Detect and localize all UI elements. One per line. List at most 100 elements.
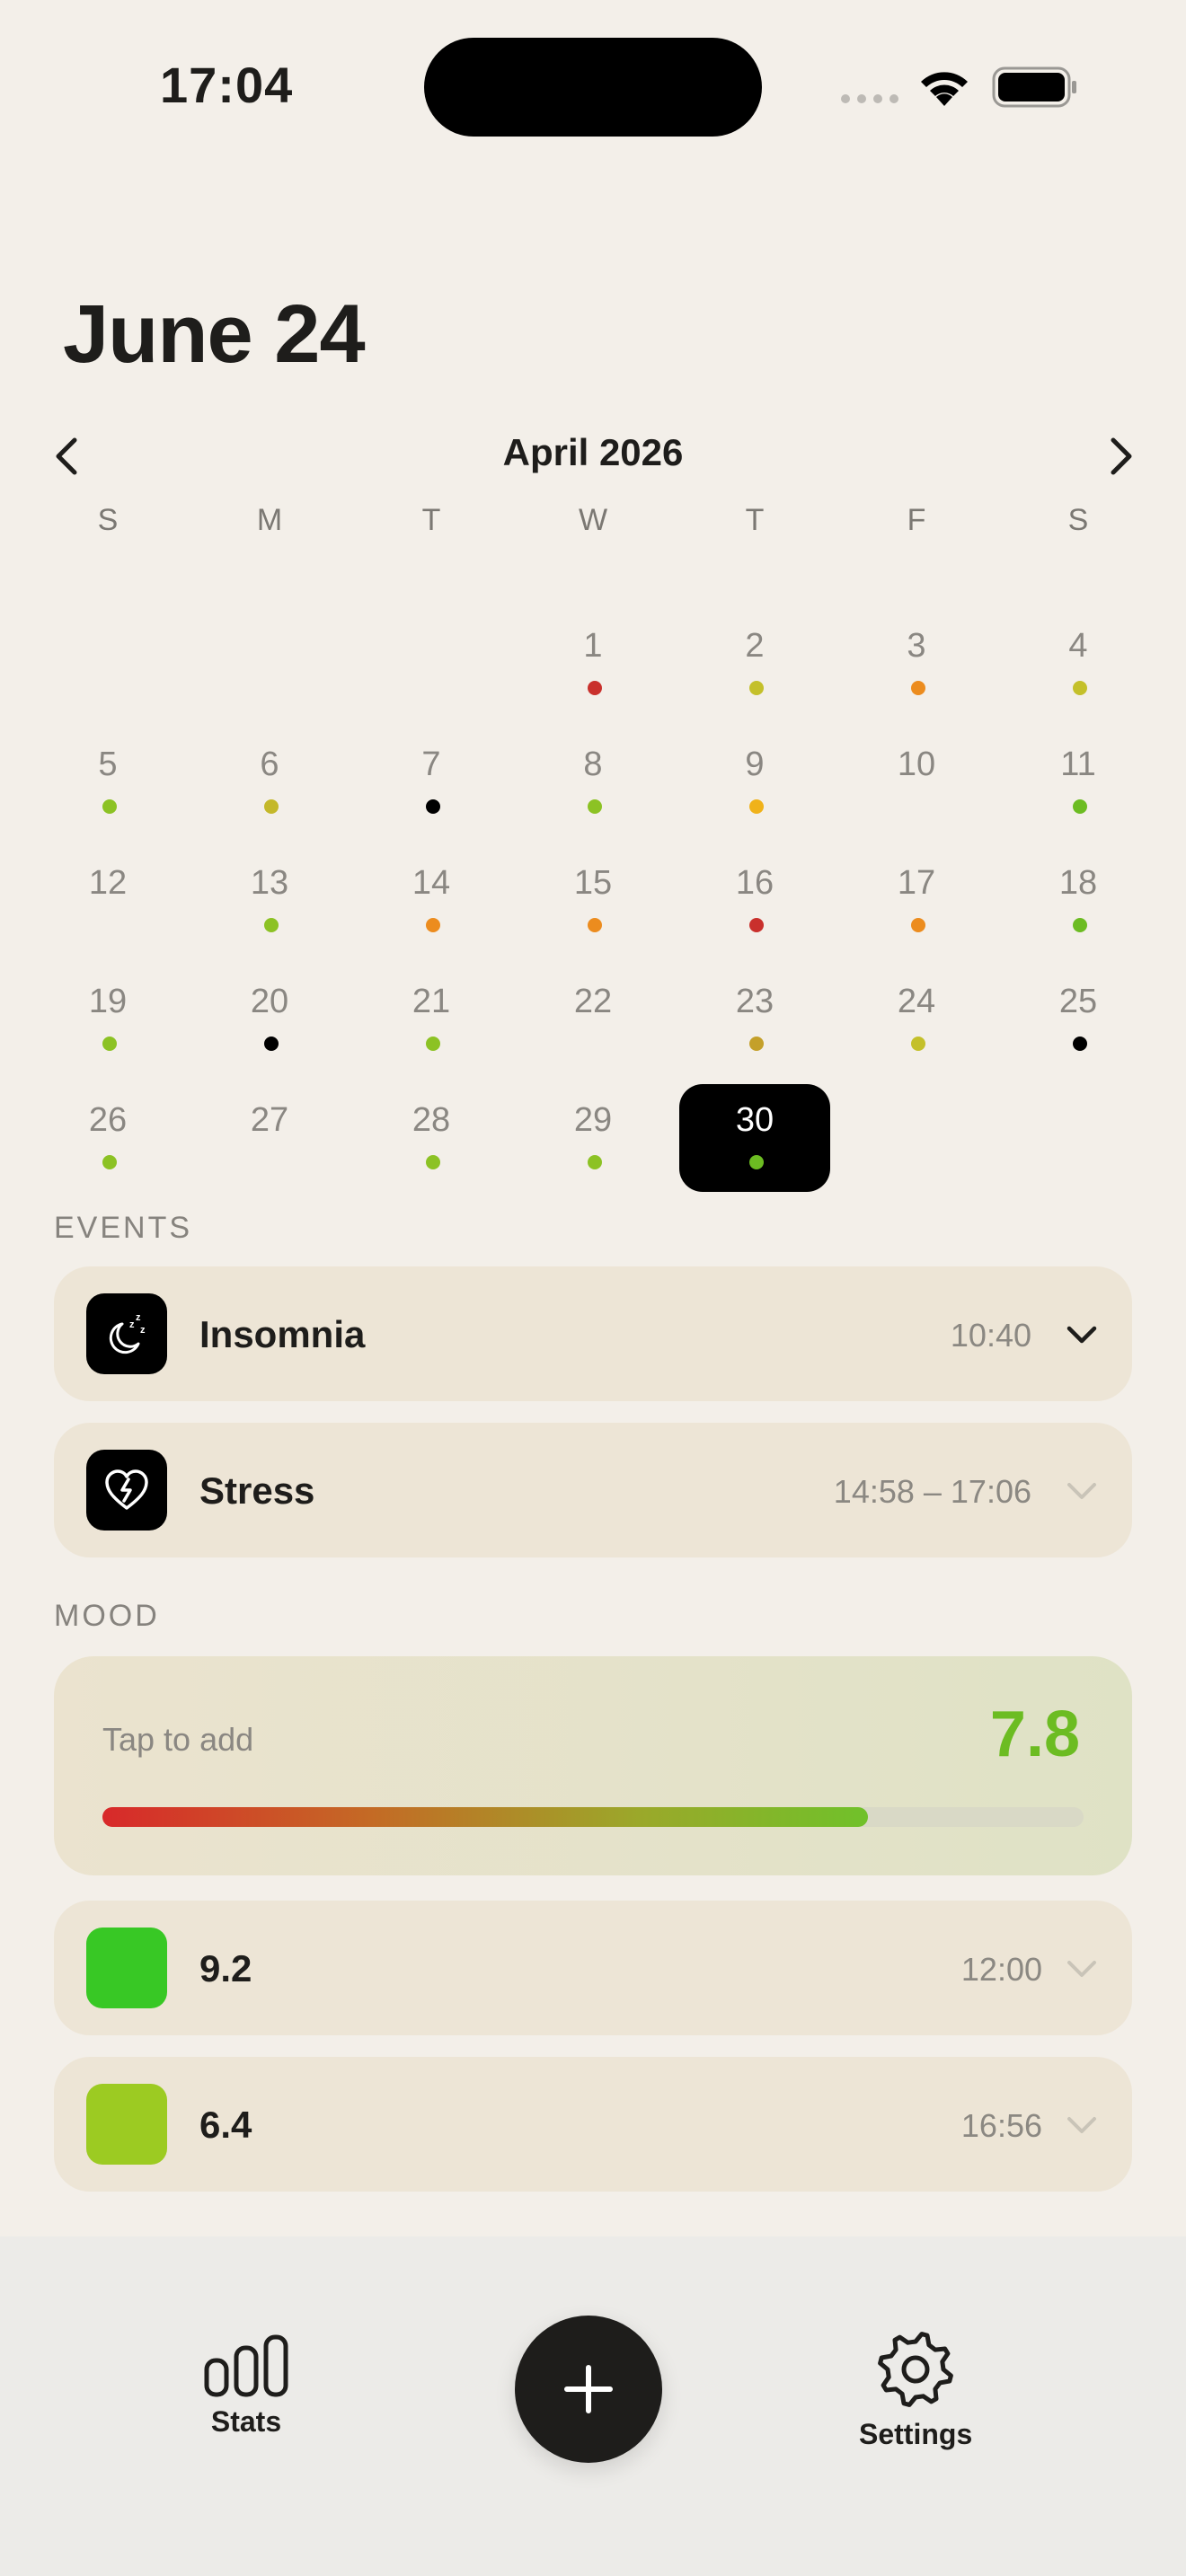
chevron-down-icon[interactable] [1064,1317,1100,1353]
mood-entry-value: 9.2 [199,1947,252,1989]
calendar-day-number: 28 [412,1101,451,1139]
add-button[interactable] [515,2316,662,2463]
calendar-day-number: 7 [421,745,441,783]
previous-month-button[interactable] [40,429,93,483]
event-card-insomnia[interactable]: z z z Insomnia 10:40 [54,1266,1132,1401]
dynamic-island [424,38,762,137]
calendar-day[interactable]: 10 [836,666,997,785]
calendar-day[interactable]: 21 [350,904,512,1051]
mood-indicator-dot [588,1155,602,1169]
calendar-day[interactable]: 11 [997,666,1159,814]
calendar-day[interactable]: 20 [189,904,350,1051]
calendar-day[interactable]: 25 [997,904,1159,1051]
calendar-day[interactable]: 14 [350,785,512,932]
calendar-day[interactable]: 13 [189,785,350,932]
event-card-stress[interactable]: Stress 14:58 – 17:06 [54,1423,1132,1557]
calendar-day[interactable]: 18 [997,785,1159,932]
calendar-day-number: 24 [897,983,936,1020]
mood-bar-fill [102,1807,868,1827]
calendar-day-selected[interactable]: 30 [674,1022,836,1192]
calendar-day-number: 10 [897,745,936,783]
tab-stats[interactable]: Stats [203,2333,289,2439]
calendar-day-number: 26 [88,1101,128,1139]
page-title: June 24 [63,288,366,380]
chevron-down-icon[interactable] [1064,1473,1100,1509]
tab-settings[interactable]: Settings [859,2328,972,2451]
event-time: 10:40 [950,1317,1031,1354]
calendar-day[interactable]: 5 [27,666,189,814]
svg-text:z: z [136,1312,141,1323]
calendar-day-number: 2 [745,627,765,665]
calendar-day[interactable]: 3 [836,548,997,695]
calendar-day-number: 29 [573,1101,613,1139]
month-label: April 2026 [502,431,684,473]
calendar-day[interactable]: 15 [512,785,674,932]
calendar-day[interactable]: 27 [189,1022,350,1141]
calendar-day[interactable]: 4 [997,548,1159,695]
broken-heart-icon [86,1450,167,1531]
chevron-down-icon[interactable] [1064,1951,1100,1987]
calendar-day[interactable]: 6 [189,666,350,814]
calendar-day[interactable]: 17 [836,785,997,932]
mood-entry-time: 16:56 [960,2107,1042,2144]
calendar-day-number: 18 [1058,864,1098,902]
calendar-week-row: 26 27 28 29 30 [27,1022,1159,1192]
calendar-day[interactable]: 24 [836,904,997,1051]
calendar-day[interactable]: 8 [512,666,674,814]
calendar-day-number: 25 [1058,983,1098,1020]
calendar-day-number: 19 [88,983,128,1020]
bar-chart-icon [204,2334,288,2397]
calendar-day[interactable]: 2 [674,548,836,695]
weekday-label: S [97,503,119,537]
calendar-week-row: 12 13 14 15 16 17 18 [27,785,1159,932]
events-section-label: EVENTS [54,1211,193,1245]
gear-icon [878,2332,954,2407]
calendar-day[interactable]: 12 [27,785,189,904]
calendar-day[interactable]: 1 [512,548,674,695]
calendar-day-number: 3 [907,627,926,665]
moon-zzz-icon: z z z [86,1293,167,1374]
calendar-day[interactable]: 23 [674,904,836,1051]
calendar-empty-cell [997,1022,1159,1141]
calendar-day-number: 15 [573,864,613,902]
weekday-label: M [256,503,283,537]
event-title: Insomnia [199,1313,366,1355]
calendar-week-row: 5 6 7 8 9 10 11 [27,666,1159,814]
calendar-day[interactable]: 26 [27,1022,189,1169]
plus-icon [564,2365,613,2413]
calendar-day[interactable]: 19 [27,904,189,1051]
calendar-day-number: 6 [260,745,279,783]
calendar-week-row: 1 2 3 4 [27,548,1159,695]
calendar-day[interactable]: 16 [674,785,836,932]
next-month-button[interactable] [1094,429,1148,483]
calendar-day-number: 1 [583,627,603,665]
calendar-day-number: 23 [735,983,774,1020]
battery-icon [992,66,1076,108]
mood-indicator-dot [749,1155,764,1169]
mood-entry-card[interactable]: 6.4 16:56 [54,2057,1132,2192]
calendar-day[interactable]: 29 [512,1022,674,1169]
event-title: Stress [199,1469,315,1512]
mood-indicator-dot [426,1155,440,1169]
event-time: 14:58 – 17:06 [833,1473,1031,1510]
calendar-day-number: 8 [583,745,603,783]
mood-indicator-dot [102,1155,117,1169]
svg-text:z: z [129,1319,135,1330]
status-time: 17:04 [160,57,294,113]
calendar-day[interactable]: 22 [512,904,674,1022]
calendar-day-number: 5 [98,745,118,783]
calendar-day[interactable]: 28 [350,1022,512,1169]
calendar-day[interactable]: 9 [674,666,836,814]
calendar-day-number: 14 [412,864,451,902]
mood-entry-card[interactable]: 9.2 12:00 [54,1901,1132,2035]
chevron-down-icon[interactable] [1064,2107,1100,2143]
calendar-day-number: 17 [897,864,936,902]
calendar-day[interactable]: 7 [350,666,512,814]
svg-text:z: z [140,1325,146,1336]
mood-summary-card[interactable] [54,1656,1132,1875]
mood-entry-time: 12:00 [960,1951,1042,1988]
calendar-empty-cell [350,548,512,666]
calendar-grid: SMTWTFS 1 2 3 4 5 6 7 8 9 10 11 12 13 14 15 16 17 18 19 20 2… [27,503,1159,1192]
calendar-day-number: 30 [735,1101,774,1139]
tab-stats-label: Stats [210,2405,282,2438]
